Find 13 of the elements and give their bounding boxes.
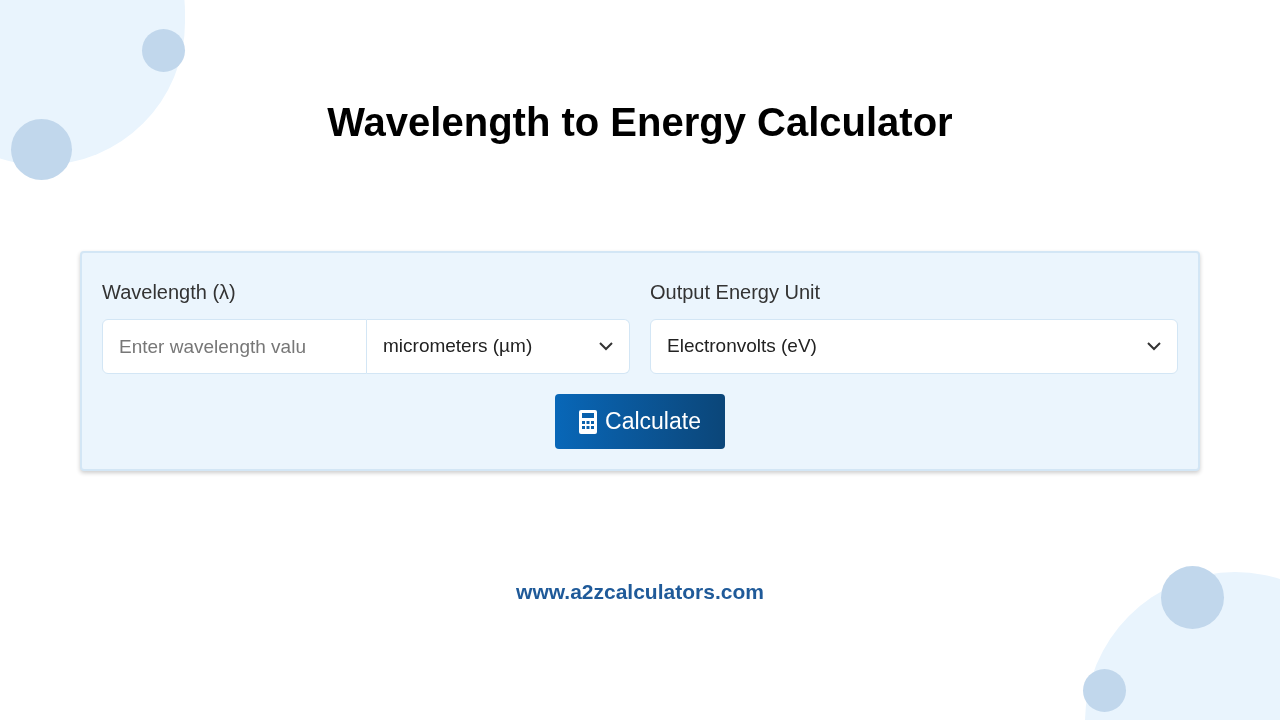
unit-select[interactable]: micrometers (µm)	[367, 319, 630, 374]
field-label: Wavelength (λ)	[102, 280, 237, 305]
field-label: Output Energy Unit	[650, 280, 822, 305]
select-value: Electronvolts (eV)	[667, 334, 817, 359]
select-value: micrometers (µm)	[383, 334, 533, 359]
energy-unit-select[interactable]: Electronvolts (eV)	[650, 319, 1178, 374]
page-title: Wavelength to Energy Calculator	[327, 99, 953, 146]
wavelength-input[interactable]: Enter wavelength valu	[102, 319, 367, 374]
website-url: www.a2zcalculators.com	[516, 579, 764, 605]
calculate-button[interactable]: Calculate	[555, 394, 725, 449]
calculator-icon	[579, 409, 598, 434]
chevron-down-icon	[1147, 342, 1161, 351]
chevron-down-icon	[599, 342, 613, 351]
